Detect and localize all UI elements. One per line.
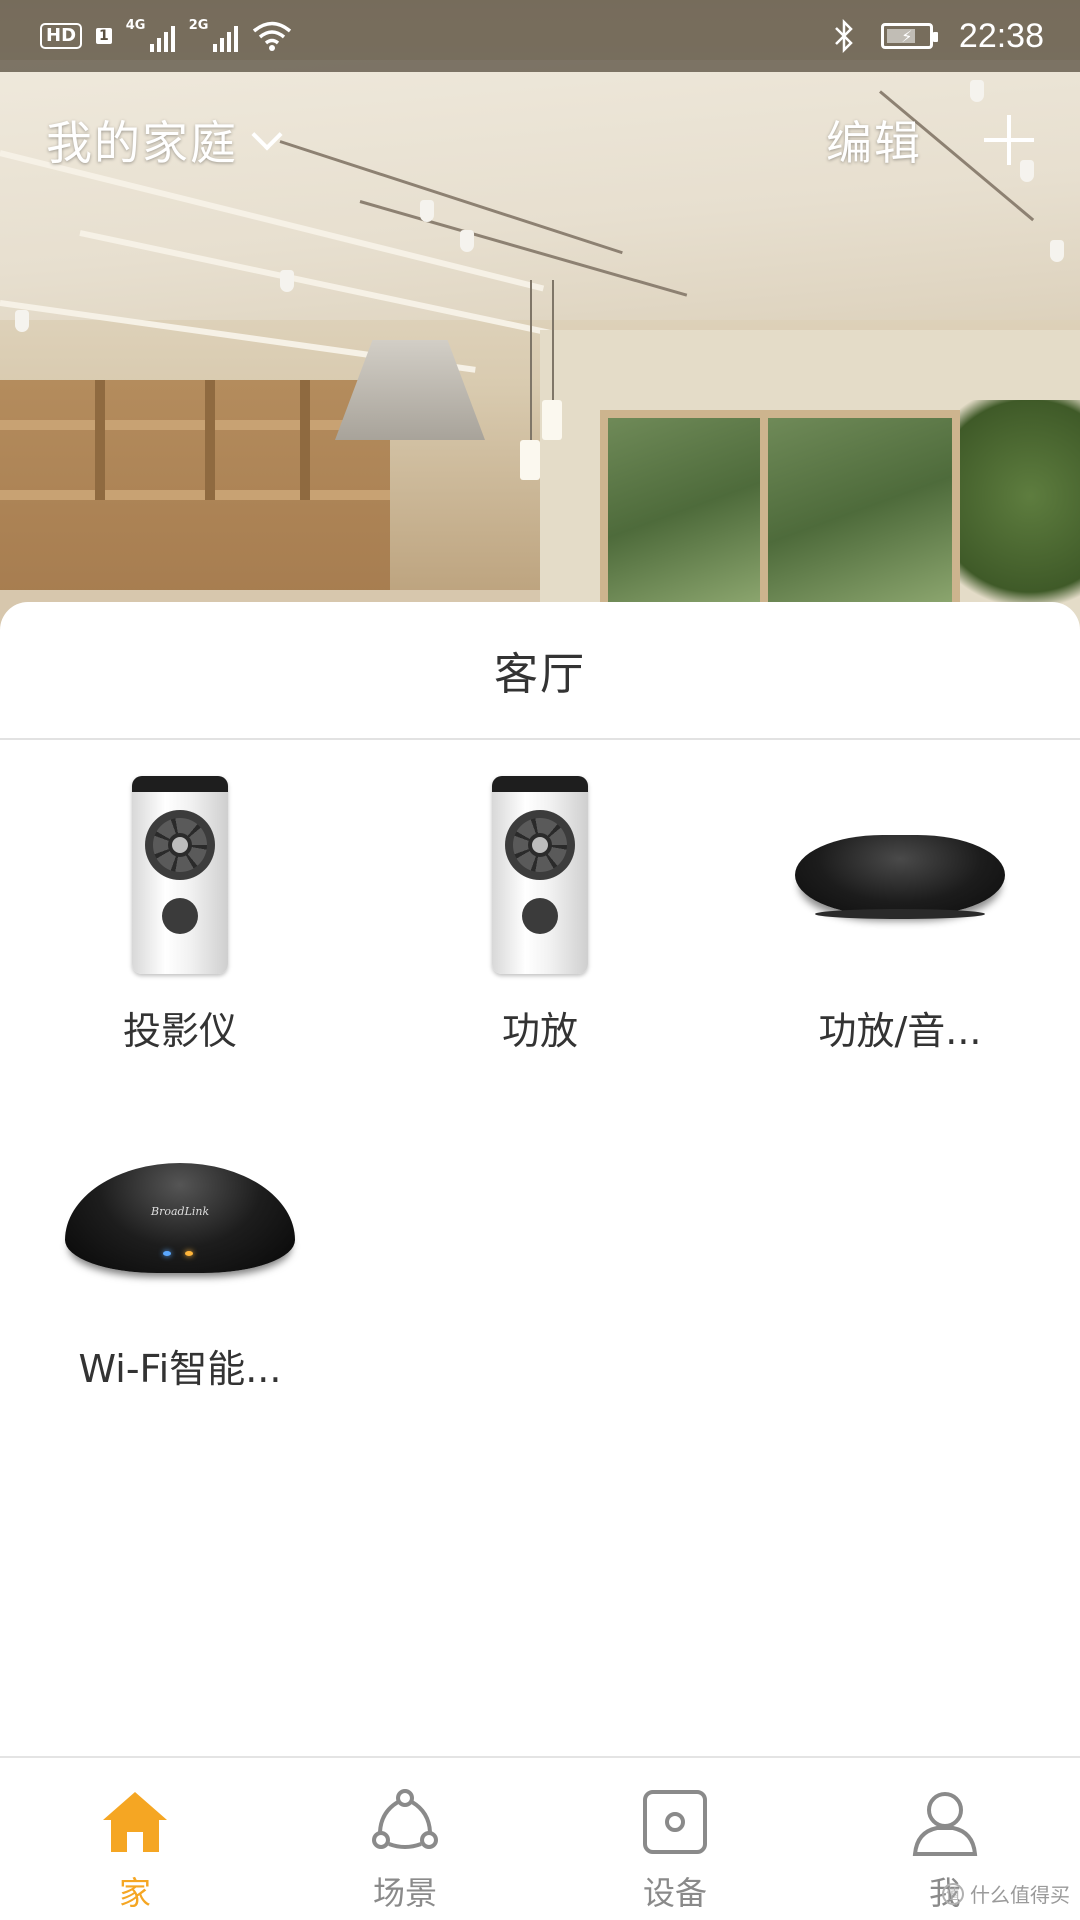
bottom-nav: 家 场景 设备 我 值 什么值得买: [0, 1756, 1080, 1920]
status-time: 22:38: [958, 16, 1044, 55]
device-name: 功放/音...: [818, 1009, 982, 1053]
watermark: 值 什么值得买: [942, 1879, 1070, 1908]
device-icon: [643, 1790, 707, 1854]
signal-2g-icon: 2G: [189, 18, 238, 52]
bluetooth-icon: [835, 19, 853, 53]
scene-icon: [372, 1789, 438, 1849]
wifi-icon: [252, 21, 291, 51]
room-card: 客厅 投影仪 功放 功放/音... BroadLink Wi-Fi智能...: [0, 602, 1080, 1756]
nav-label: 场景: [372, 1874, 437, 1912]
remote-control-icon: [492, 776, 588, 974]
broadlink-hub-icon: BroadLink: [65, 1153, 295, 1273]
device-item-wifi-hub[interactable]: BroadLink Wi-Fi智能...: [0, 1108, 360, 1408]
hd-voice-badge: HD: [40, 23, 83, 49]
status-bar: HD 1 4G 2G ⚡ 22:38: [0, 0, 1080, 72]
plus-icon[interactable]: [984, 115, 1034, 165]
device-name: Wi-Fi智能...: [78, 1347, 282, 1391]
device-name: 功放: [501, 1009, 578, 1053]
device-name: 投影仪: [122, 1009, 237, 1053]
nav-label: 家: [118, 1874, 151, 1912]
device-item-projector[interactable]: 投影仪: [0, 770, 360, 1070]
room-title[interactable]: 客厅: [0, 602, 1080, 738]
device-item-amplifier-audio[interactable]: 功放/音...: [720, 770, 1080, 1070]
battery-charging-icon: ⚡: [880, 23, 938, 49]
edit-button[interactable]: 编辑: [826, 107, 922, 173]
remote-control-icon: [132, 776, 228, 974]
home-icon: [103, 1792, 167, 1852]
nav-item-home[interactable]: 家: [0, 1758, 270, 1920]
home-title: 我的家庭: [46, 116, 238, 170]
nav-item-scene[interactable]: 场景: [270, 1758, 540, 1920]
home-header: 我的家庭 编辑: [0, 90, 1080, 190]
nav-label: 设备: [642, 1874, 707, 1912]
room-divider: [0, 738, 1080, 740]
tv-box-icon: [795, 835, 1005, 919]
home-selector[interactable]: 我的家庭: [46, 107, 283, 173]
hub-logo: BroadLink: [151, 1205, 210, 1218]
chevron-down-icon: [251, 119, 283, 151]
nav-item-devices[interactable]: 设备: [540, 1758, 810, 1920]
user-icon: [912, 1792, 978, 1856]
signal-4g-icon: 4G: [126, 18, 175, 52]
sim-slot-badge: 1: [96, 28, 112, 44]
device-item-amplifier[interactable]: 功放: [360, 770, 720, 1070]
